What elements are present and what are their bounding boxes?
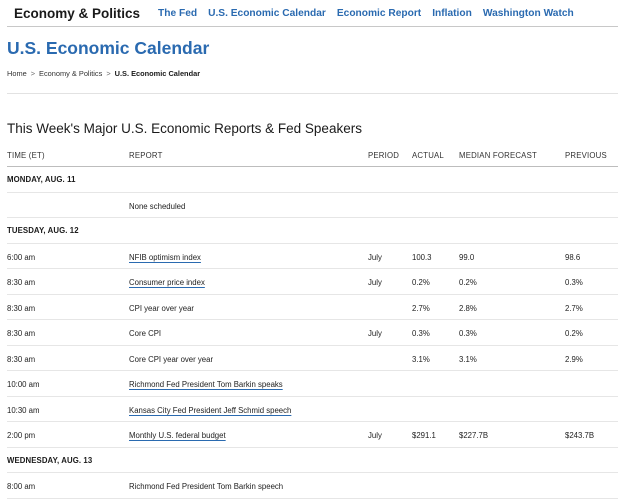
cell-median-forecast: 0.3% (459, 329, 477, 338)
nav-link-washington-watch[interactable]: Washington Watch (483, 8, 574, 19)
cell-previous: $243.7B (565, 431, 595, 440)
cell-median-forecast: 3.1% (459, 354, 477, 364)
nav-link-the-fed[interactable]: The Fed (158, 8, 197, 19)
report-link[interactable]: Richmond Fed President Tom Barkin speaks (129, 380, 283, 389)
table-header: TIME (ET) REPORT PERIOD ACTUAL MEDIAN FO… (7, 143, 618, 167)
table-row: 10:00 am Richmond Fed President Tom Barki… (7, 371, 618, 397)
report-link[interactable]: Monthly U.S. federal budget (129, 431, 226, 440)
breadcrumb-separator: > (106, 69, 111, 78)
cell-median-forecast: 2.8% (459, 303, 477, 313)
day-header-row: TUESDAY, AUG. 12 (7, 218, 618, 244)
breadcrumb-economy-politics[interactable]: Economy & Politics (39, 69, 102, 78)
nav-link-economic-calendar[interactable]: U.S. Economic Calendar (208, 8, 326, 19)
cell-actual: 0.3% (412, 329, 430, 338)
cell-median-forecast: 0.2% (459, 278, 477, 287)
nav-link-economic-report[interactable]: Economic Report (337, 8, 421, 19)
cell-previous: 0.3% (565, 278, 583, 287)
cell-time: 8:00 am (7, 482, 36, 491)
header-divider (7, 93, 618, 94)
section-title: This Week's Major U.S. Economic Reports … (7, 121, 362, 136)
nav-link-inflation[interactable]: Inflation (432, 8, 472, 19)
column-header-time: TIME (ET) (7, 151, 45, 160)
cell-time: 10:30 am (7, 405, 40, 415)
report-link[interactable]: Consumer price index (129, 278, 205, 287)
day-label: MONDAY, AUG. 11 (7, 175, 76, 184)
table-row: 6:00 am NFIB optimism index July 100.3 99.0 9… (7, 244, 618, 269)
table-body: MONDAY, AUG. 11 None scheduled TUESDAY, AU… (7, 167, 618, 499)
cell-report: Richmond Fed President Tom Barkin speech (129, 482, 284, 491)
table-row: 8:30 am CPI year over year 2.7% 2.8% 2.7% (7, 295, 618, 320)
cell-period: July (368, 252, 382, 262)
cell-actual: 100.3 (412, 252, 432, 262)
report-link[interactable]: NFIB optimism index (129, 253, 201, 262)
cell-median-forecast: 99.0 (459, 252, 475, 262)
cell-period: July (368, 278, 382, 287)
top-nav: Economy & Politics The Fed U.S. Economic… (7, 0, 618, 27)
cell-report: Core CPI (129, 329, 162, 338)
column-header-period: PERIOD (368, 151, 400, 160)
table-row: None scheduled (7, 193, 618, 218)
day-header-row: WEDNESDAY, AUG. 13 (7, 448, 618, 473)
cell-report: None scheduled (129, 201, 186, 211)
cell-actual: 3.1% (412, 354, 430, 364)
breadcrumb-home[interactable]: Home (7, 69, 27, 78)
cell-actual: 0.2% (412, 278, 430, 287)
day-label: WEDNESDAY, AUG. 13 (7, 455, 93, 465)
column-header-previous: PREVIOUS (565, 151, 607, 160)
day-label: TUESDAY, AUG. 12 (7, 226, 79, 235)
table-row: 8:30 am Consumer price index July 0.2% 0.2% 0… (7, 269, 618, 295)
cell-time: 2:00 pm (7, 431, 36, 440)
breadcrumb: Home > Economy & Politics > U.S. Economi… (7, 69, 200, 78)
breadcrumb-current: U.S. Economic Calendar (114, 69, 201, 78)
column-header-median-forecast: MEDIAN FORECAST (459, 151, 537, 160)
cell-previous: 0.2% (565, 329, 583, 338)
table-row: 8:00 am Richmond Fed President Tom Barkin… (7, 473, 618, 499)
cell-period: July (368, 329, 382, 338)
nav-section-title[interactable]: Economy & Politics (7, 6, 140, 21)
cell-actual: $291.1 (412, 431, 436, 440)
cell-period: July (368, 431, 382, 440)
cell-previous: 98.6 (565, 252, 581, 262)
cell-median-forecast: $227.7B (459, 431, 489, 440)
economic-calendar-table: TIME (ET) REPORT PERIOD ACTUAL MEDIAN FO… (7, 143, 618, 499)
cell-time: 6:00 am (7, 252, 36, 262)
page-title: U.S. Economic Calendar (7, 38, 210, 58)
cell-time: 10:00 am (7, 380, 40, 389)
cell-report: CPI year over year (129, 303, 194, 313)
day-header-row: MONDAY, AUG. 11 (7, 167, 618, 193)
report-link[interactable]: Kansas City Fed President Jeff Schmid sp… (129, 406, 291, 415)
cell-report: Core CPI year over year (129, 354, 214, 364)
cell-time: 8:30 am (7, 278, 36, 287)
cell-actual: 2.7% (412, 303, 430, 313)
table-row: 8:30 am Core CPI year over year 3.1% 3.1% 2.… (7, 346, 618, 371)
table-row: 8:30 am Core CPI July 0.3% 0.3% 0.2% (7, 320, 618, 346)
cell-time: 8:30 am (7, 303, 36, 313)
column-header-report: REPORT (129, 151, 163, 160)
cell-previous: 2.7% (565, 303, 583, 313)
table-row: 2:00 pm Monthly U.S. federal budget July $2… (7, 422, 618, 448)
column-header-actual: ACTUAL (412, 151, 444, 160)
cell-time: 8:30 am (7, 329, 36, 338)
breadcrumb-separator: > (30, 69, 36, 78)
table-row: 10:30 am Kansas City Fed President Jeff S… (7, 397, 618, 422)
cell-previous: 2.9% (565, 354, 583, 364)
cell-time: 8:30 am (7, 354, 36, 364)
